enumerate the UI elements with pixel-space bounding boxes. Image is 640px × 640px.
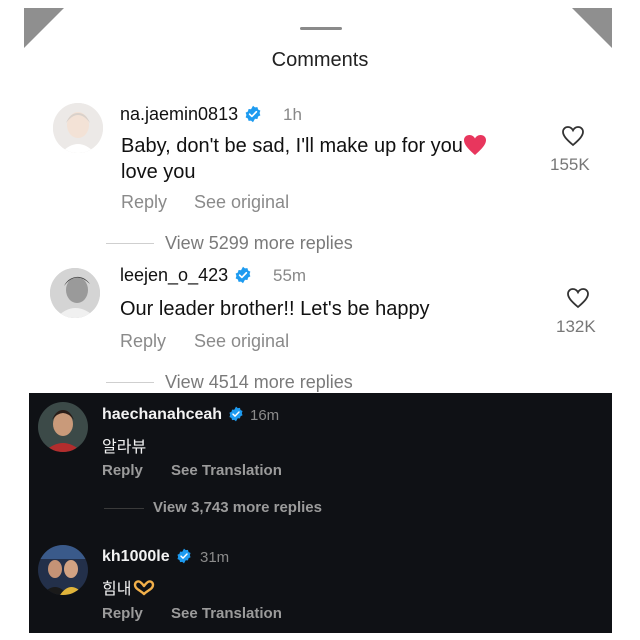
view-more-replies-button[interactable]: View 4514 more replies (165, 372, 353, 393)
red-heart-emoji-icon (463, 135, 486, 155)
avatar[interactable] (53, 103, 103, 153)
view-more-replies-button[interactable]: View 5299 more replies (165, 233, 353, 254)
username-text: kh1000le (102, 548, 170, 565)
reply-button[interactable]: Reply (120, 331, 166, 352)
like-count: 132K (556, 317, 596, 336)
verified-badge-icon (245, 105, 261, 123)
comment-text-line: Baby, don't be sad, I'll make up for you (121, 135, 463, 157)
page-title: Comments (271, 49, 369, 71)
avatar[interactable] (38, 545, 88, 595)
avatar[interactable] (38, 402, 88, 452)
heart-outline-icon[interactable] (566, 287, 590, 309)
reply-button[interactable]: Reply (102, 605, 143, 622)
view-more-replies-button[interactable]: View 3,743 more replies (153, 499, 322, 516)
comment-text: 알라뷰 (102, 439, 147, 456)
replies-divider (106, 382, 154, 383)
comment-text-line: love you (121, 161, 196, 183)
comment-username[interactable]: na.jaemin0813 (120, 104, 262, 125)
comment-username[interactable]: haechanahceah (102, 406, 244, 424)
comment-text: Baby, don't be sad, I'll make up for you… (121, 133, 487, 185)
reply-button[interactable]: Reply (121, 192, 167, 213)
see-translation-button[interactable]: See Translation (171, 605, 282, 622)
verified-badge-icon (229, 406, 243, 422)
like-count: 155K (550, 155, 590, 174)
comment-text: Our leader brother!! Let's be happy (120, 298, 430, 320)
avatar[interactable] (50, 268, 100, 318)
sheet-grab-handle[interactable] (300, 27, 342, 30)
see-original-button[interactable]: See original (194, 192, 289, 213)
reply-button[interactable]: Reply (102, 462, 143, 479)
replies-divider (106, 243, 154, 244)
see-original-button[interactable]: See original (194, 331, 289, 352)
comment-username[interactable]: leejen_o_423 (120, 265, 252, 286)
username-text: leejen_o_423 (120, 265, 229, 285)
replies-divider (104, 508, 144, 509)
heart-outline-icon[interactable] (561, 125, 585, 147)
username-text: haechanahceah (102, 406, 223, 423)
comment-username[interactable]: kh1000le (102, 548, 192, 566)
comment-time: 31m (200, 549, 230, 566)
comment-text-line: 힘내 (102, 581, 132, 598)
comment-time: 1h (283, 105, 302, 124)
verified-badge-icon (177, 548, 191, 564)
comment-text: 힘내 (102, 575, 155, 599)
see-translation-button[interactable]: See Translation (171, 462, 282, 479)
username-text: na.jaemin0813 (120, 104, 239, 124)
comment-time: 16m (250, 407, 280, 424)
verified-badge-icon (235, 266, 251, 284)
comment-time: 55m (273, 266, 307, 285)
heart-hands-emoji-icon (134, 580, 155, 596)
